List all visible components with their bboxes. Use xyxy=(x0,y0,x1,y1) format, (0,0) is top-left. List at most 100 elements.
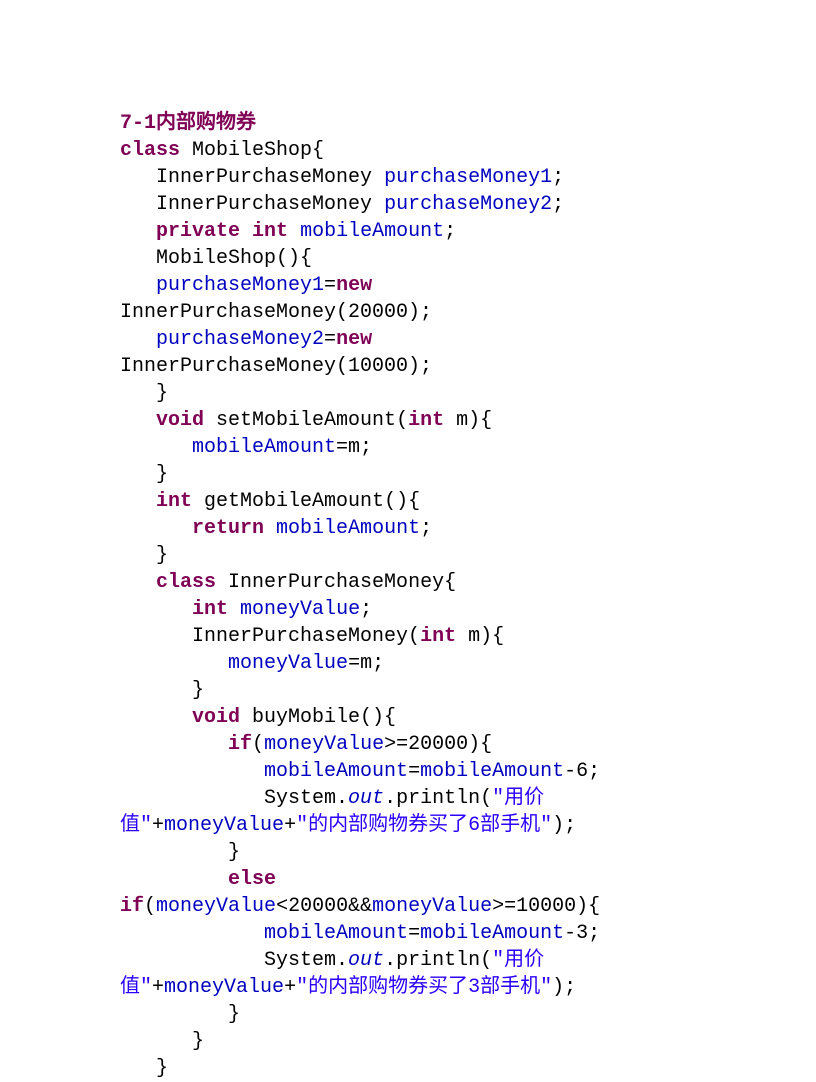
text: .println( xyxy=(384,787,492,810)
kw-int: int xyxy=(156,490,192,513)
text: + xyxy=(152,814,164,837)
text: -6; xyxy=(564,760,600,783)
kw-void: void xyxy=(156,409,204,432)
text: ; xyxy=(360,598,372,621)
field-ref: moneyValue xyxy=(228,652,348,675)
text: = xyxy=(408,760,420,783)
code-block: 7-1内部购物券 class MobileShop{ InnerPurchase… xyxy=(120,110,696,1082)
text: ); xyxy=(552,976,576,999)
text: <20000&& xyxy=(276,895,372,918)
text xyxy=(120,760,264,783)
field-ref: purchaseMoney1 xyxy=(384,166,552,189)
text: ( xyxy=(252,733,264,756)
text: InnerPurchaseMoney xyxy=(120,193,384,216)
text: System. xyxy=(120,787,348,810)
kw-if: if xyxy=(120,895,144,918)
field-ref: purchaseMoney1 xyxy=(156,274,324,297)
text: >=20000){ xyxy=(384,733,492,756)
text: InnerPurchaseMoney xyxy=(120,166,384,189)
kw-new: new xyxy=(336,328,372,351)
field-ref: purchaseMoney2 xyxy=(156,328,324,351)
text: + xyxy=(152,976,164,999)
text: + xyxy=(284,976,296,999)
text: m){ xyxy=(444,409,492,432)
text xyxy=(120,598,192,621)
text: InnerPurchaseMoney{ xyxy=(216,571,456,594)
text: } xyxy=(120,382,168,405)
text xyxy=(228,598,240,621)
field-ref: mobileAmount xyxy=(264,760,408,783)
field-ref: mobileAmount xyxy=(192,436,336,459)
text: } xyxy=(120,1003,240,1026)
text xyxy=(120,220,156,243)
kw-if: if xyxy=(228,733,252,756)
text: -3; xyxy=(564,922,600,945)
kw-int: int xyxy=(252,220,288,243)
text: =m; xyxy=(348,652,384,675)
field-ref: moneyValue xyxy=(164,976,284,999)
text: .println( xyxy=(384,949,492,972)
text: >=10000){ xyxy=(492,895,600,918)
text xyxy=(288,220,300,243)
field-ref: mobileAmount xyxy=(276,517,420,540)
static-field: out xyxy=(348,787,384,810)
text: = xyxy=(324,328,336,351)
code-title: 7-1内部购物券 xyxy=(120,112,256,135)
text: } xyxy=(120,463,168,486)
text: ; xyxy=(552,193,564,216)
kw-int: int xyxy=(192,598,228,621)
field-ref: mobileAmount xyxy=(420,760,564,783)
text xyxy=(120,868,228,891)
kw-int: int xyxy=(408,409,444,432)
text: + xyxy=(284,814,296,837)
document-page: 7-1内部购物券 class MobileShop{ InnerPurchase… xyxy=(0,0,816,1082)
text: } xyxy=(120,544,168,567)
kw-void: void xyxy=(192,706,240,729)
text xyxy=(120,409,156,432)
text: } xyxy=(120,841,240,864)
field-ref: moneyValue xyxy=(164,814,284,837)
string-literal: "的内部购物券买了3部手机" xyxy=(296,976,552,999)
text: ; xyxy=(420,517,432,540)
field-ref: purchaseMoney2 xyxy=(384,193,552,216)
text: } xyxy=(120,1030,204,1053)
text: } xyxy=(120,1057,168,1080)
text: MobileShop{ xyxy=(180,139,324,162)
text: buyMobile(){ xyxy=(240,706,396,729)
kw-class: class xyxy=(120,139,180,162)
kw-new: new xyxy=(336,274,372,297)
text xyxy=(264,517,276,540)
text xyxy=(120,652,228,675)
kw-class: class xyxy=(156,571,216,594)
static-field: out xyxy=(348,949,384,972)
text: MobileShop(){ xyxy=(120,247,312,270)
field-ref: moneyValue xyxy=(156,895,276,918)
text: m){ xyxy=(456,625,504,648)
text: InnerPurchaseMoney( xyxy=(120,625,420,648)
field-ref: mobileAmount xyxy=(264,922,408,945)
text: = xyxy=(408,922,420,945)
text xyxy=(120,706,192,729)
kw-else: else xyxy=(228,868,276,891)
field-ref: mobileAmount xyxy=(420,922,564,945)
text: } xyxy=(120,679,204,702)
field-ref: moneyValue xyxy=(372,895,492,918)
text xyxy=(120,490,156,513)
text xyxy=(120,571,156,594)
text: ); xyxy=(552,814,576,837)
text xyxy=(120,274,156,297)
kw-int: int xyxy=(420,625,456,648)
text: System. xyxy=(120,949,348,972)
kw-private: private xyxy=(156,220,240,243)
text: = xyxy=(324,274,336,297)
text xyxy=(120,436,192,459)
text xyxy=(120,922,264,945)
field-ref: moneyValue xyxy=(240,598,360,621)
text xyxy=(120,328,156,351)
text: getMobileAmount(){ xyxy=(192,490,420,513)
string-literal: "的内部购物券买了6部手机" xyxy=(296,814,552,837)
text: ( xyxy=(144,895,156,918)
text xyxy=(240,220,252,243)
kw-return: return xyxy=(192,517,264,540)
text xyxy=(120,517,192,540)
